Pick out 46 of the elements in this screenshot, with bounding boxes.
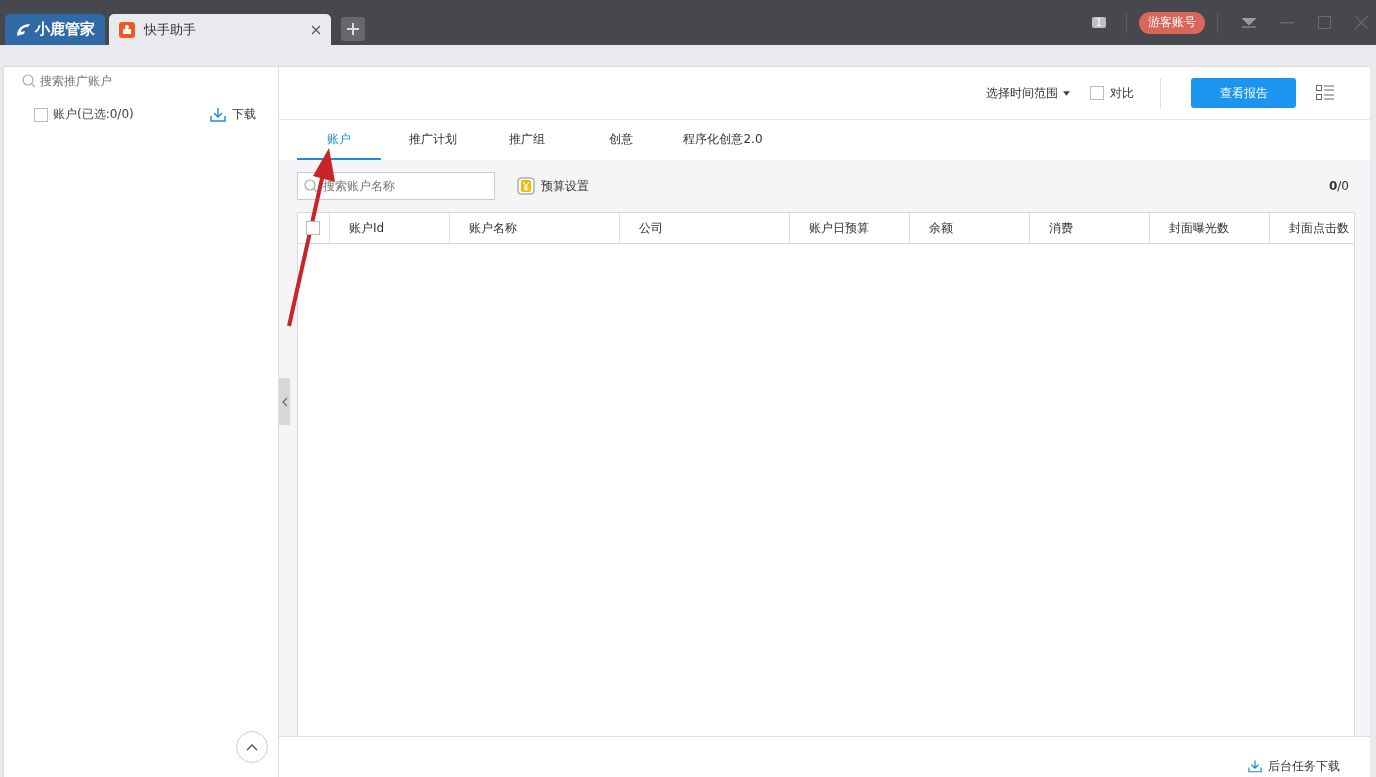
collapse-handle[interactable]	[279, 378, 290, 425]
tab[interactable]: 创意	[579, 120, 663, 160]
dropdown-icon[interactable]	[1242, 17, 1256, 28]
guest-account-button[interactable]: 游客账号	[1139, 11, 1205, 34]
column-header: 封面点击数	[1269, 213, 1354, 243]
tab[interactable]: 推广组	[485, 120, 569, 160]
download-icon	[210, 107, 226, 122]
app-icon	[119, 21, 135, 38]
logo-text: 小鹿管家	[35, 20, 95, 39]
search-icon	[22, 74, 36, 88]
search-icon	[304, 179, 318, 193]
yen-icon	[517, 177, 535, 195]
app-tab[interactable]: 快手助手	[109, 14, 331, 45]
maximize-icon[interactable]	[1318, 16, 1331, 29]
new-tab-button[interactable]	[341, 17, 365, 41]
minimize-icon[interactable]	[1280, 21, 1294, 24]
search-field[interactable]: 搜索推广账户	[40, 74, 260, 88]
compare-label: 对比	[1110, 84, 1134, 102]
background-tasks-link[interactable]: 后台任务下载	[1248, 758, 1340, 775]
budget-settings-button[interactable]: 预算设置	[517, 177, 589, 195]
plus-icon	[347, 23, 359, 35]
count-text: 0/0	[1328, 179, 1349, 193]
column-header: 公司	[619, 213, 789, 243]
column-header: 账户日预算	[789, 213, 909, 243]
search-field[interactable]: 搜索账户名称	[297, 172, 495, 200]
checkbox[interactable]	[1090, 86, 1104, 100]
column-header: 账户Id	[329, 213, 449, 243]
checkbox[interactable]	[34, 107, 48, 122]
tab[interactable]: 程序化创意2.0	[673, 120, 773, 160]
chevron-up-icon	[246, 743, 258, 751]
close-icon[interactable]	[311, 24, 321, 35]
column-header: 账户名称	[449, 213, 619, 243]
column-header: 余额	[909, 213, 1029, 243]
download-icon	[1248, 760, 1262, 773]
checkbox[interactable]	[306, 221, 320, 235]
app-logo-tab[interactable]: 小鹿管家	[5, 14, 105, 45]
caret-icon	[1063, 90, 1070, 96]
scroll-top-button[interactable]	[236, 731, 268, 763]
tab[interactable]: 推广计划	[391, 120, 475, 160]
account-label: 账户(已选:0/0)	[53, 106, 134, 123]
time-range-dropdown[interactable]: 选择时间范围	[986, 84, 1070, 102]
list-view-icon[interactable]	[1316, 85, 1334, 101]
column-header: 消费	[1029, 213, 1149, 243]
download-link[interactable]: 下载	[210, 106, 256, 123]
logo-icon	[15, 21, 31, 38]
column-header: 封面曝光数	[1149, 213, 1269, 243]
